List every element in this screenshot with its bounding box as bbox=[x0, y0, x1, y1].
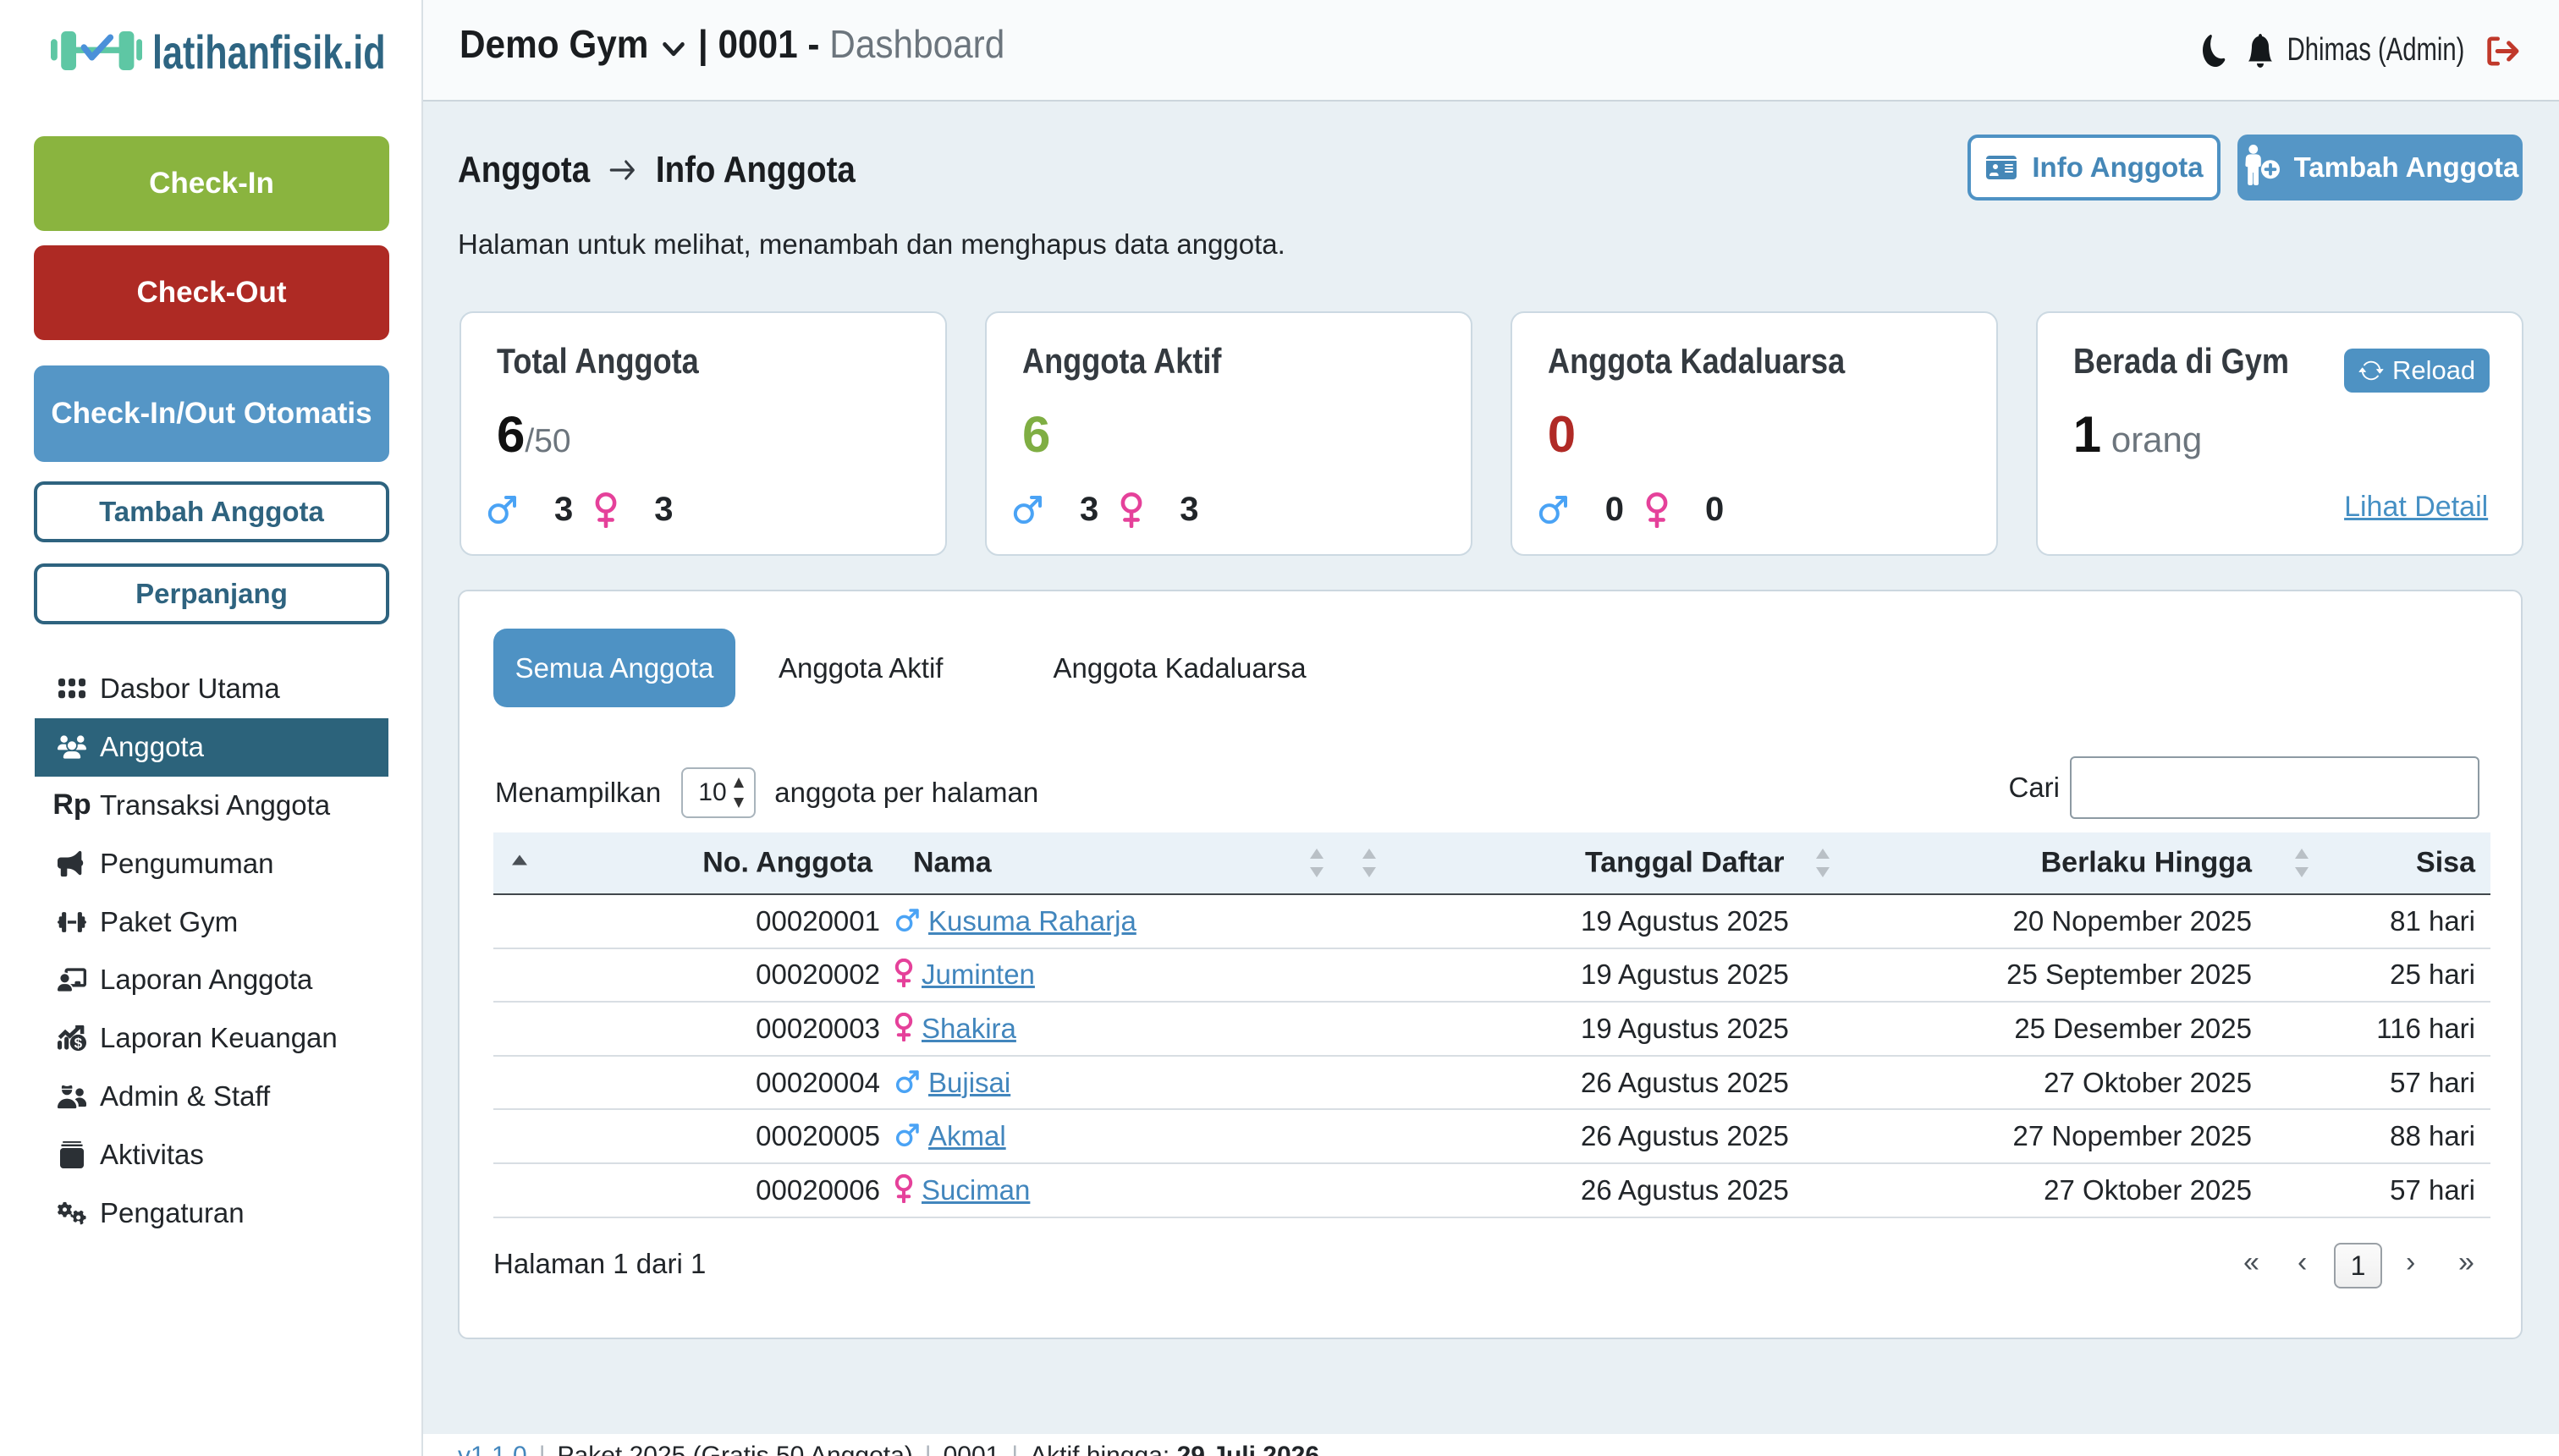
svg-text:$: $ bbox=[74, 1036, 83, 1052]
